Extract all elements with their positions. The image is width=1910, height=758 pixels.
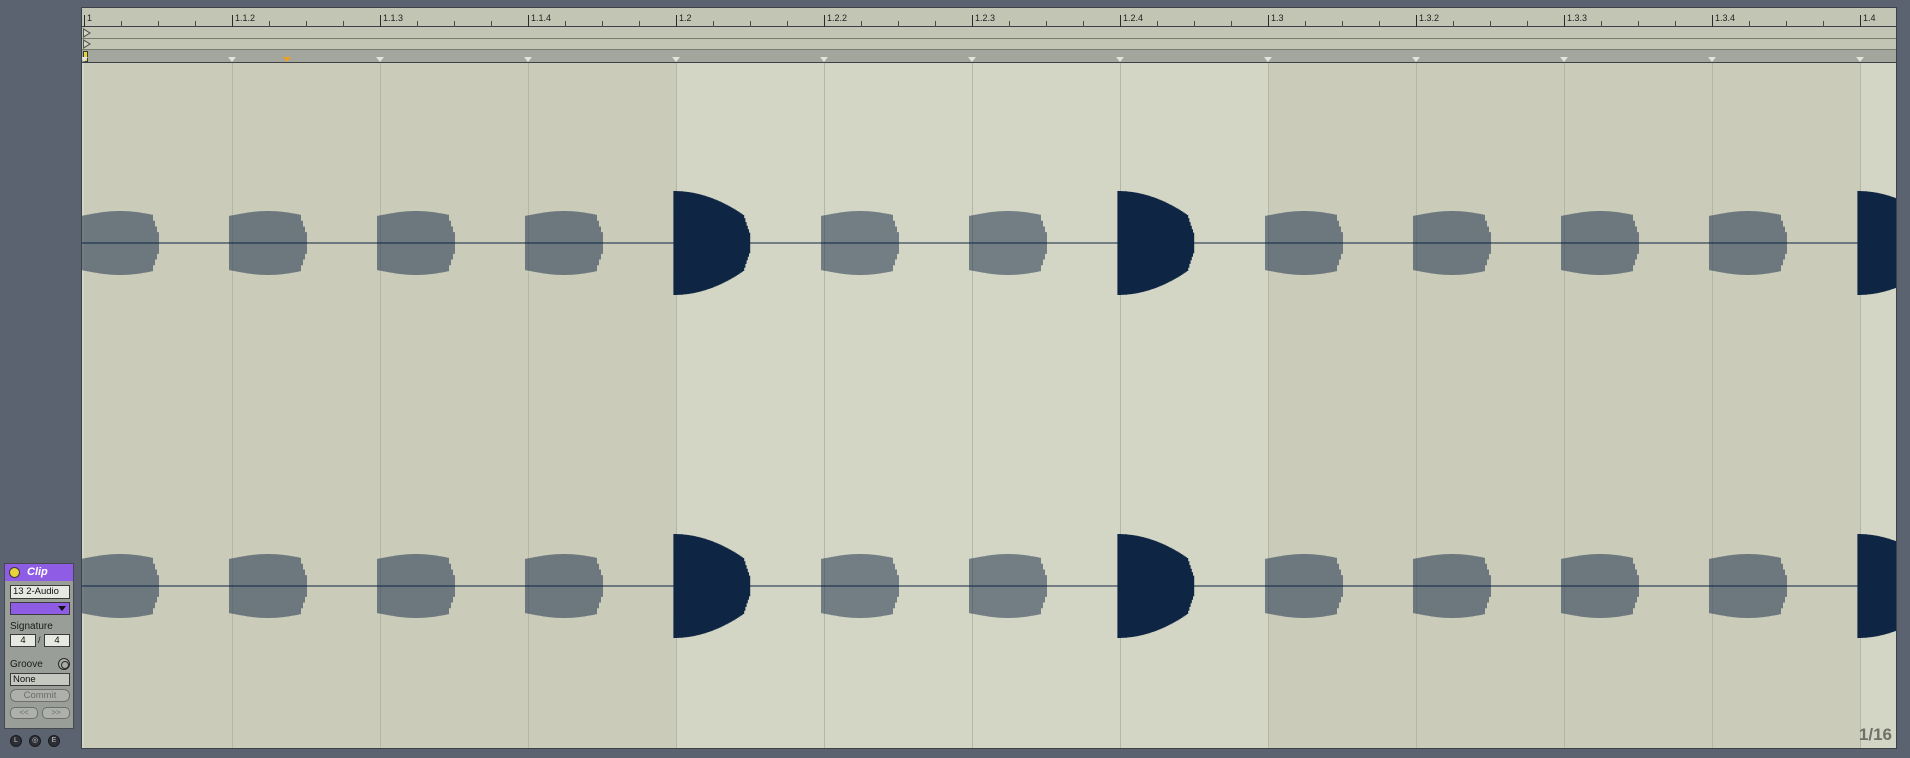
- waveform-path: [1857, 191, 1896, 295]
- warp-marker[interactable]: [376, 57, 384, 62]
- warp-marker[interactable]: [672, 57, 680, 62]
- waveform-burst: [1857, 191, 1896, 295]
- loop-marker-lane[interactable]: [82, 39, 1896, 50]
- signature-label: Signature: [10, 621, 53, 632]
- clip-name-field[interactable]: 13 2-Audio: [10, 585, 70, 599]
- waveform-burst: [673, 534, 751, 638]
- ruler-label: 1.3: [1271, 13, 1284, 23]
- commit-button[interactable]: Commit: [10, 689, 70, 702]
- waveform-svg: [82, 191, 1896, 638]
- chevron-down-icon: [58, 606, 66, 611]
- nudge-back-button[interactable]: <<: [10, 707, 38, 719]
- ruler-label: 1.4: [1863, 13, 1876, 23]
- warp-marker[interactable]: [820, 57, 828, 62]
- warp-marker[interactable]: [228, 57, 236, 62]
- groove-label: Groove: [10, 659, 43, 670]
- ruler-label: 1.2.3: [975, 13, 996, 23]
- waveform-path: [1117, 191, 1195, 295]
- warp-marker[interactable]: [1708, 57, 1716, 62]
- waveform-path: [1117, 534, 1195, 638]
- waveform-display[interactable]: [82, 63, 1896, 748]
- ruler-tick: [1564, 15, 1565, 27]
- launch-icon[interactable]: L: [10, 735, 22, 747]
- ruler-label: 1.1.4: [531, 13, 552, 23]
- ruler-tick: [1120, 15, 1121, 27]
- signature-denominator-field[interactable]: 4: [44, 634, 70, 647]
- start-marker-lane[interactable]: [82, 27, 1896, 39]
- loop-marker-icon[interactable]: [83, 39, 91, 49]
- ruler-label: 1: [87, 13, 93, 23]
- warp-marker[interactable]: [968, 57, 976, 62]
- waveform-burst: [1117, 191, 1195, 295]
- ruler-label: 1.3.4: [1715, 13, 1736, 23]
- ruler-tick: [676, 15, 677, 27]
- warp-marker[interactable]: [1264, 57, 1272, 62]
- warp-marker-lane[interactable]: [82, 50, 1896, 63]
- clip-title: Clip: [27, 566, 48, 578]
- ruler-tick: [84, 15, 85, 27]
- waveform-burst: [1857, 534, 1896, 638]
- ruler-label: 1.2.4: [1123, 13, 1144, 23]
- groove-pool-icon[interactable]: [58, 658, 70, 670]
- sample-icon[interactable]: ◎: [29, 735, 41, 747]
- warp-marker[interactable]: [1856, 57, 1864, 62]
- waveform-burst: [1117, 534, 1195, 638]
- waveform-path: [673, 191, 751, 295]
- ruler-tick: [528, 15, 529, 27]
- ruler-tick: [824, 15, 825, 27]
- warp-marker[interactable]: [1116, 57, 1124, 62]
- ruler-tick: [380, 15, 381, 27]
- envelope-icon[interactable]: E: [48, 735, 60, 747]
- waveform-burst: [673, 191, 751, 295]
- ruler-label: 1.1.2: [235, 13, 256, 23]
- warp-marker[interactable]: [524, 57, 532, 62]
- clip-activator-toggle[interactable]: [9, 567, 20, 578]
- ruler-tick: [1860, 15, 1861, 27]
- beat-time-ruler[interactable]: 1 1.1.2 1.1.3 1.1.4 1.2 1.2.2 1.2.3 1.2.4 1.3 1.3…: [82, 8, 1896, 27]
- clip-properties-panel: Clip 13 2-Audio Signature 4 / 4 Groove N…: [4, 563, 74, 729]
- warp-marker[interactable]: [82, 57, 88, 62]
- ruler-tick: [232, 15, 233, 27]
- warp-marker[interactable]: [1560, 57, 1568, 62]
- grid-zoom-readout: 1/16: [1858, 725, 1892, 744]
- ruler-tick: [1416, 15, 1417, 27]
- waveform-path: [1857, 534, 1896, 638]
- nudge-forward-button[interactable]: >>: [42, 707, 70, 719]
- ruler-tick: [1268, 15, 1269, 27]
- ruler-label: 1.3.2: [1419, 13, 1440, 23]
- waveform-path: [673, 534, 751, 638]
- ruler-tick: [972, 15, 973, 27]
- ruler-label: 1.2.2: [827, 13, 848, 23]
- ruler-label: 1.2: [679, 13, 692, 23]
- ruler-tick: [1712, 15, 1713, 27]
- warp-marker[interactable]: [1412, 57, 1420, 62]
- clip-color-chooser[interactable]: [10, 602, 70, 615]
- signature-slash: /: [38, 635, 41, 645]
- groove-select[interactable]: None: [10, 673, 70, 686]
- ruler-label: 1.3.3: [1567, 13, 1588, 23]
- clip-header: Clip: [5, 564, 73, 581]
- signature-numerator-field[interactable]: 4: [10, 634, 36, 647]
- start-marker-icon[interactable]: [83, 28, 91, 38]
- ruler-label: 1.1.3: [383, 13, 404, 23]
- warp-marker-selected[interactable]: [283, 57, 291, 62]
- sample-editor[interactable]: 1 1.1.2 1.1.3 1.1.4 1.2 1.2.2 1.2.3 1.2.4 1.3 1.3…: [81, 7, 1897, 749]
- clip-view: Clip 13 2-Audio Signature 4 / 4 Groove N…: [0, 0, 1910, 758]
